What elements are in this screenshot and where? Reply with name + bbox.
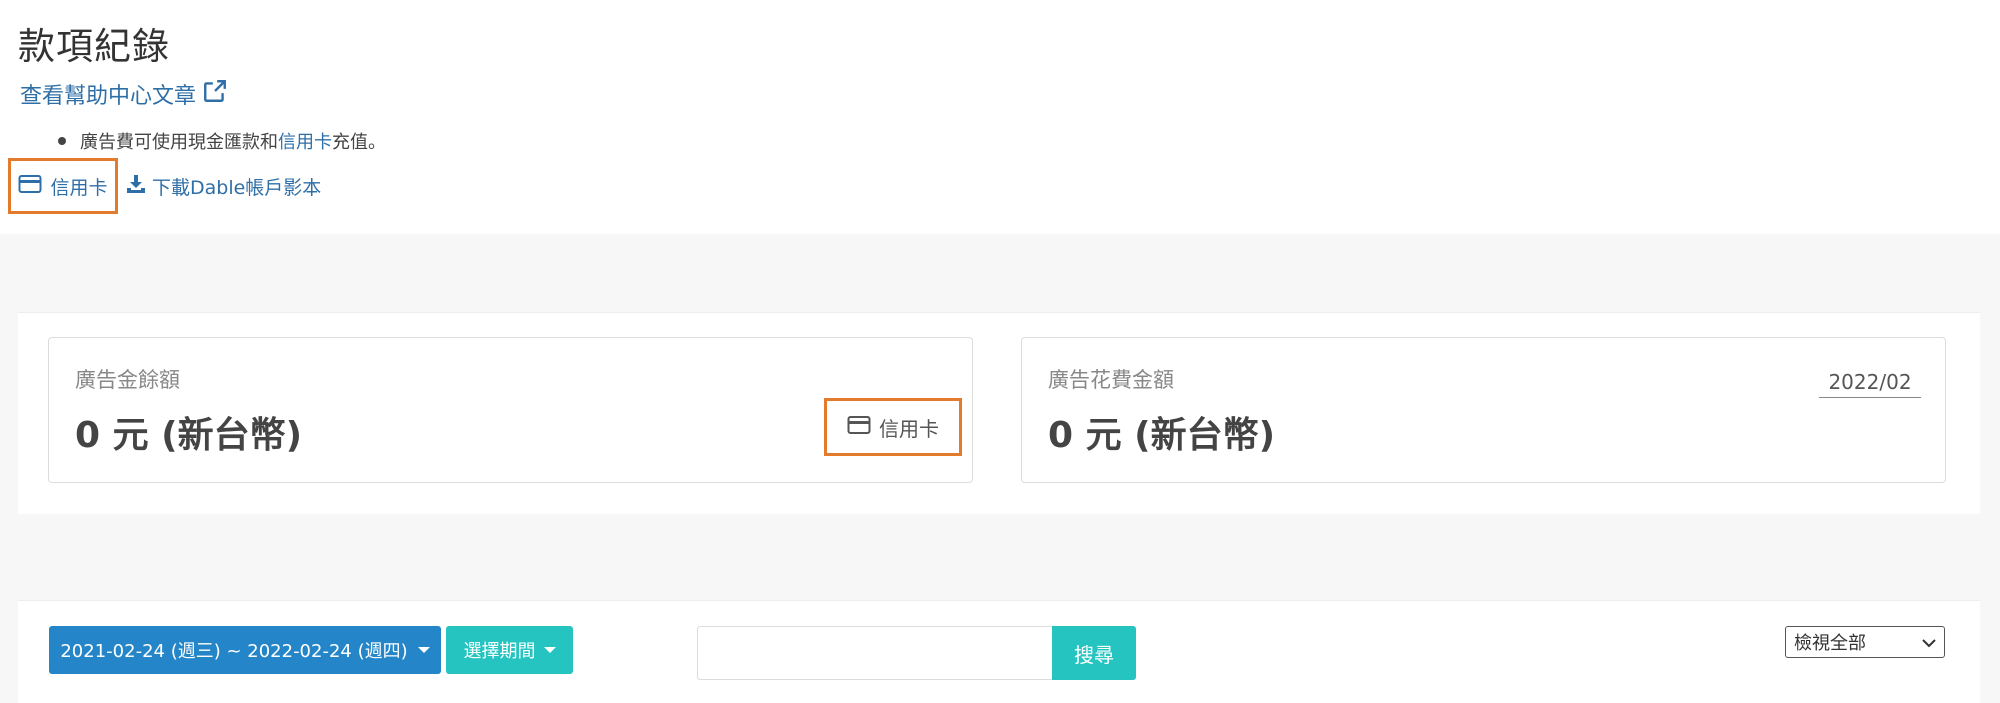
view-filter-select[interactable]: 檢視全部 — [1785, 626, 1945, 658]
credit-card-button-label: 信用卡 — [50, 176, 108, 199]
balance-section: 廣告金餘額 0 元 (新台幣) 信用卡 廣告花費金額 0 元 (新台幣) 202… — [18, 312, 1980, 514]
caret-down-icon — [543, 647, 556, 653]
header-actions: 信用卡 下載Dable帳戶影本 — [8, 158, 321, 214]
date-range-button[interactable]: 2021-02-24 (週三) ~ 2022-02-24 (週四) — [49, 626, 441, 674]
credit-card-icon — [847, 415, 871, 440]
select-period-button[interactable]: 選擇期間 — [446, 626, 573, 674]
date-range-label: 2021-02-24 (週三) ~ 2022-02-24 (週四) — [60, 641, 408, 662]
external-link-icon — [202, 78, 228, 110]
note-prefix: 廣告費可使用現金匯款和 — [80, 132, 278, 153]
download-account-copy-button[interactable]: 下載Dable帳戶影本 — [126, 173, 321, 200]
spending-label: 廣告花費金額 — [1048, 368, 1174, 392]
credit-card-icon — [18, 174, 42, 199]
balance-amount: 0 元 (新台幣) — [75, 415, 303, 456]
help-center-link-label: 查看幫助中心文章 — [20, 84, 197, 109]
help-center-link[interactable]: 查看幫助中心文章 — [20, 78, 228, 110]
balance-credit-card-label: 信用卡 — [879, 416, 939, 441]
spending-panel: 廣告花費金額 0 元 (新台幣) 2022/02 — [1021, 337, 1946, 483]
page-title: 款項紀錄 — [18, 25, 170, 68]
balance-credit-card-button[interactable]: 信用卡 — [824, 398, 962, 456]
caret-down-icon — [417, 647, 430, 653]
credit-card-button[interactable]: 信用卡 — [8, 158, 118, 214]
search-input[interactable] — [697, 626, 1053, 680]
balance-label: 廣告金餘額 — [75, 368, 180, 392]
balance-panel: 廣告金餘額 0 元 (新台幣) 信用卡 — [48, 337, 973, 483]
download-account-copy-label: 下載Dable帳戶影本 — [152, 176, 322, 199]
page-header: 款項紀錄 查看幫助中心文章 廣告費可使用現金匯款和信用卡充值。 信用卡 下載Da… — [0, 0, 2000, 234]
note-suffix: 充值。 — [332, 132, 386, 153]
download-icon — [126, 174, 146, 199]
note-item: 廣告費可使用現金匯款和信用卡充值。 — [58, 128, 386, 154]
note-list: 廣告費可使用現金匯款和信用卡充值。 — [58, 128, 386, 154]
search-button[interactable]: 搜尋 — [1052, 626, 1136, 680]
spending-amount: 0 元 (新台幣) — [1048, 415, 1276, 456]
chevron-down-icon — [1922, 632, 1936, 653]
note-credit-card-link[interactable]: 信用卡 — [278, 132, 332, 153]
filter-section: 2021-02-24 (週三) ~ 2022-02-24 (週四) 選擇期間 搜… — [18, 600, 1980, 703]
month-picker[interactable]: 2022/02 — [1819, 368, 1921, 398]
view-filter-value: 檢視全部 — [1794, 633, 1866, 654]
select-period-label: 選擇期間 — [463, 641, 536, 662]
